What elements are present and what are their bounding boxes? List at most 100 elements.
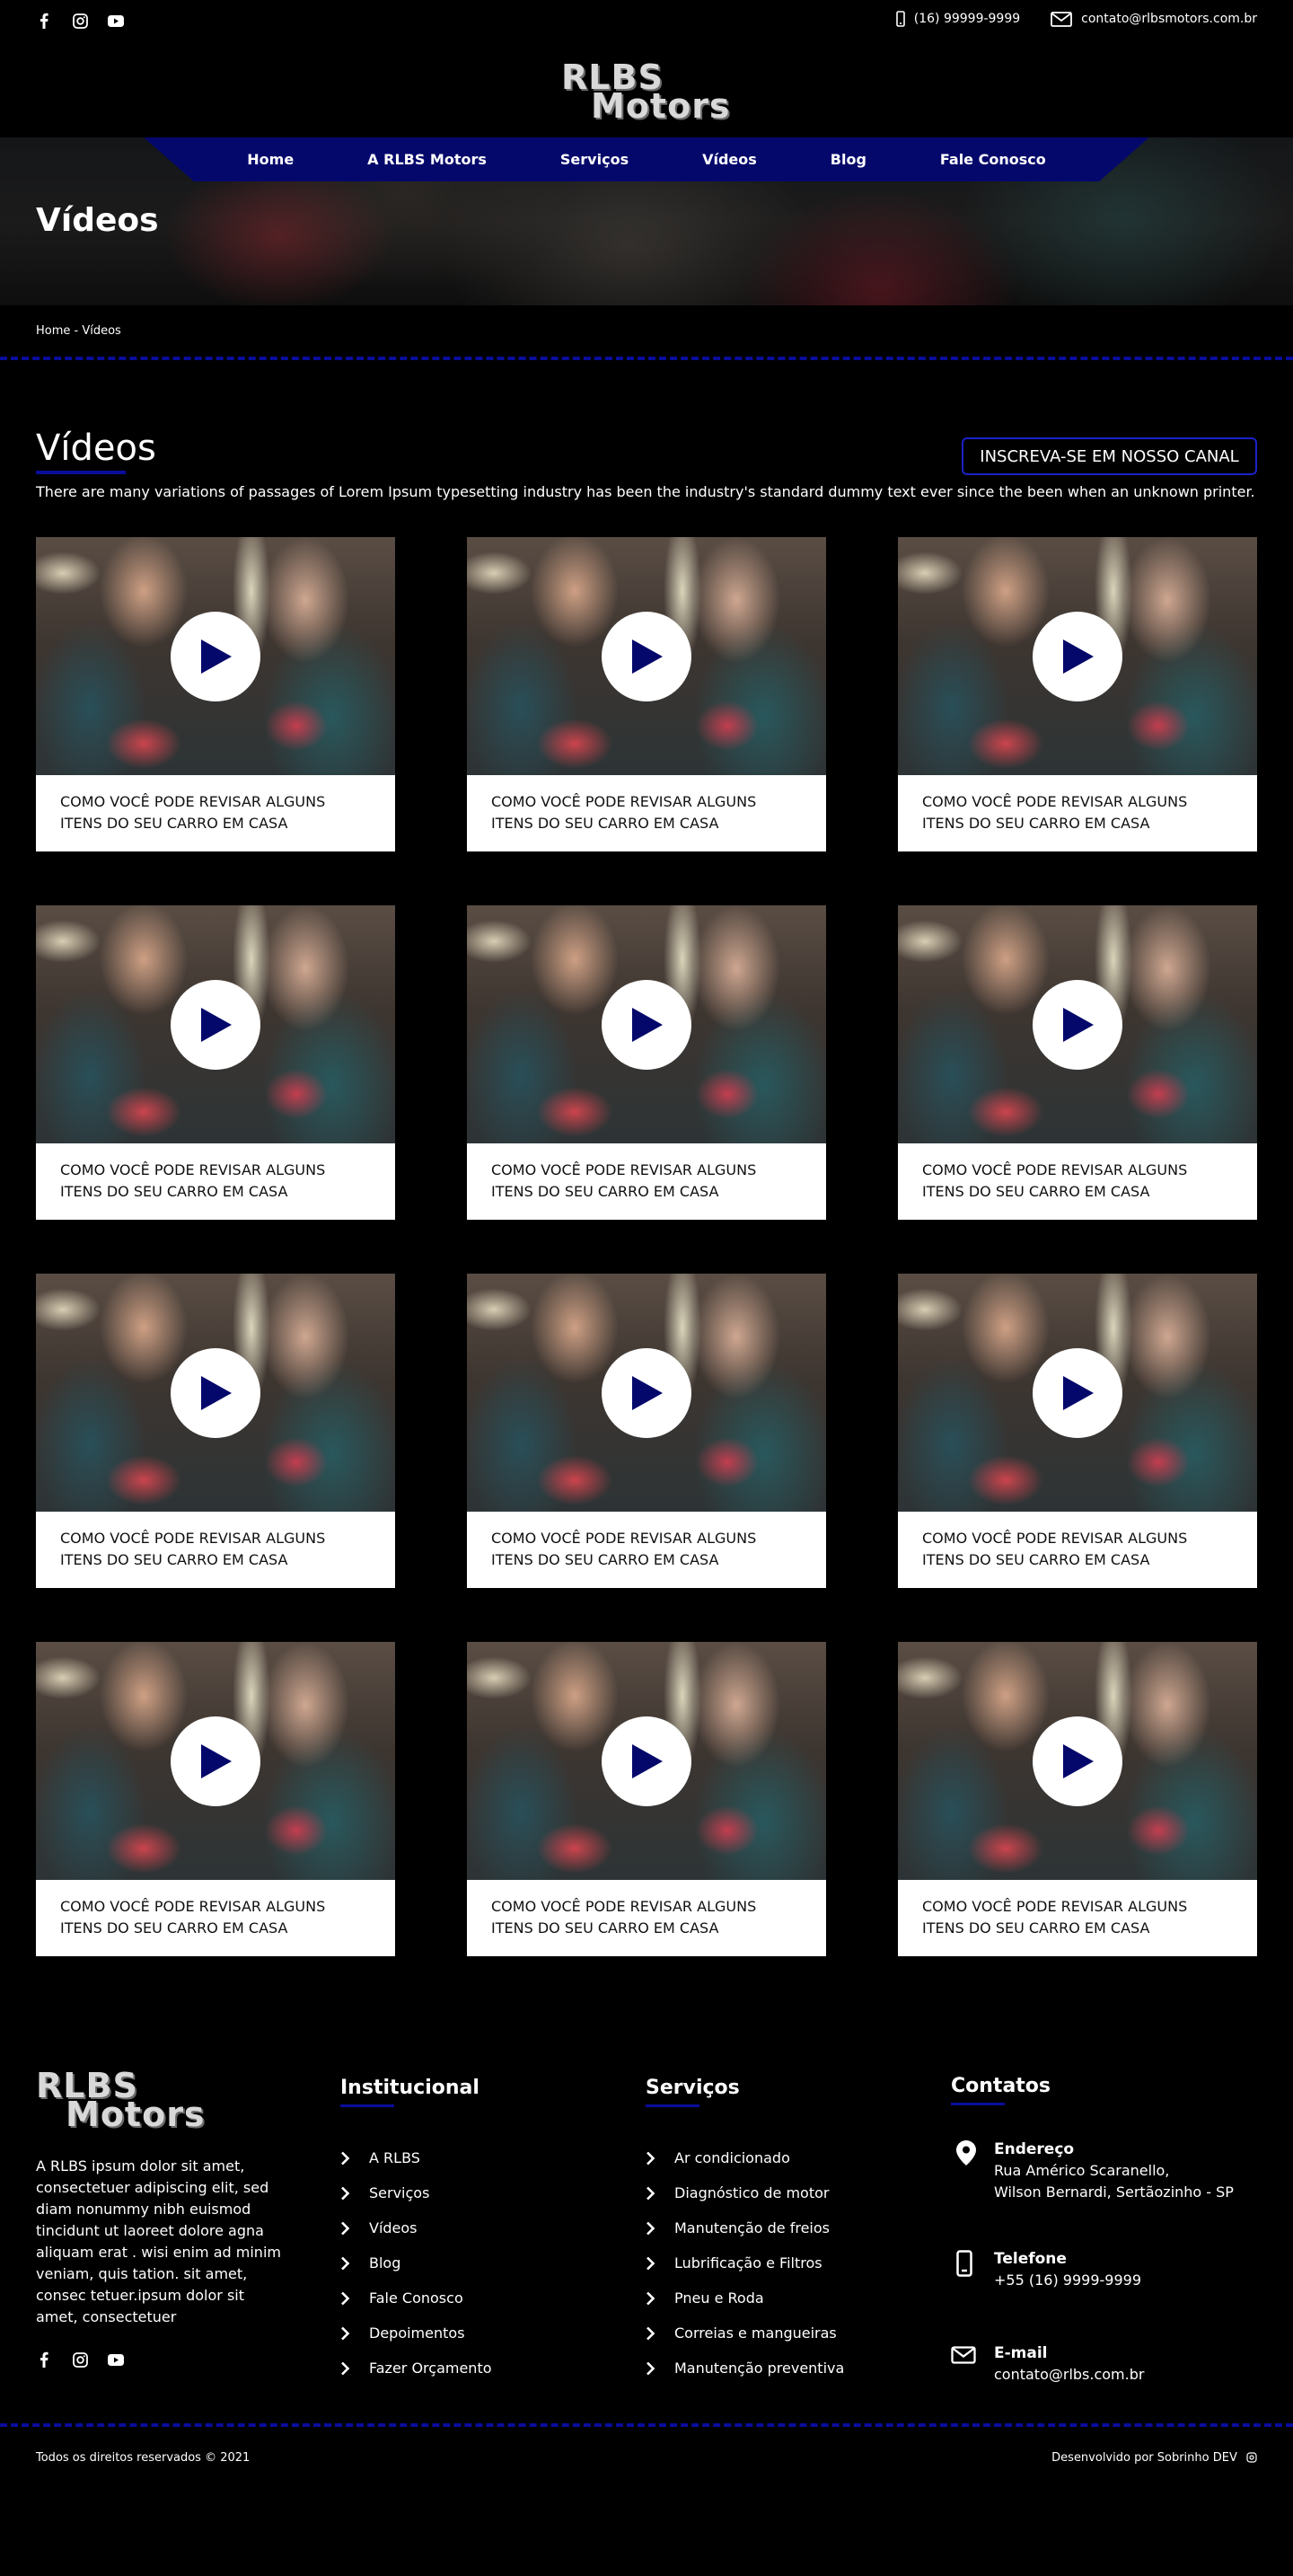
video-title[interactable]: COMO VOCÊ PODE REVISAR ALGUNS ITENS DO S… [467,1512,826,1588]
video-title[interactable]: COMO VOCÊ PODE REVISAR ALGUNS ITENS DO S… [898,1512,1257,1588]
play-button[interactable] [602,979,691,1070]
play-button[interactable] [171,1347,260,1438]
facebook-icon[interactable] [36,2351,52,2368]
youtube-icon[interactable] [108,2351,124,2368]
play-icon [1063,639,1094,674]
video-title[interactable]: COMO VOCÊ PODE REVISAR ALGUNS ITENS DO S… [36,1880,395,1956]
footer-institucional-link[interactable]: Serviços [340,2175,492,2210]
video-card[interactable]: COMO VOCÊ PODE REVISAR ALGUNS ITENS DO S… [467,537,826,851]
video-thumbnail[interactable] [36,1642,395,1880]
footer-institucional-link[interactable]: Blog [340,2245,492,2280]
video-thumbnail[interactable] [467,905,826,1143]
chevron-right-icon [340,2221,358,2236]
chevron-right-icon [340,2186,358,2201]
video-card[interactable]: COMO VOCÊ PODE REVISAR ALGUNS ITENS DO S… [36,1274,395,1588]
footer-servicos-link[interactable]: Pneu e Roda [646,2280,844,2316]
video-thumbnail[interactable] [898,1642,1257,1880]
video-thumbnail[interactable] [898,905,1257,1143]
video-card[interactable]: COMO VOCÊ PODE REVISAR ALGUNS ITENS DO S… [898,905,1257,1220]
nav-item-contact[interactable]: Fale Conosco [903,151,1083,168]
nav-item-home[interactable]: Home [210,151,330,168]
chevron-right-icon [340,2151,358,2166]
footer-servicos-link[interactable]: Lubrificação e Filtros [646,2245,844,2280]
footer-servicos-link[interactable]: Ar condicionado [646,2140,844,2175]
header-phone[interactable]: (16) 99999-9999 [895,11,1020,27]
play-button[interactable] [171,979,260,1070]
video-title[interactable]: COMO VOCÊ PODE REVISAR ALGUNS ITENS DO S… [36,1143,395,1220]
video-grid: COMO VOCÊ PODE REVISAR ALGUNS ITENS DO S… [36,537,1257,1956]
header-social-links [36,13,124,29]
video-card[interactable]: COMO VOCÊ PODE REVISAR ALGUNS ITENS DO S… [467,905,826,1220]
play-button[interactable] [1033,979,1122,1070]
video-title[interactable]: COMO VOCÊ PODE REVISAR ALGUNS ITENS DO S… [36,1512,395,1588]
breadcrumb[interactable]: Home - Vídeos [0,305,1293,357]
video-thumbnail[interactable] [467,1642,826,1880]
play-button[interactable] [602,611,691,701]
play-icon [1063,1007,1094,1042]
play-button[interactable] [602,1716,691,1806]
footer-email[interactable]: E-mail contato@rlbs.com.br [951,2342,1234,2386]
video-thumbnail[interactable] [36,537,395,775]
video-thumbnail[interactable] [467,537,826,775]
video-title[interactable]: COMO VOCÊ PODE REVISAR ALGUNS ITENS DO S… [467,1880,826,1956]
footer-institucional-link[interactable]: Depoimentos [340,2316,492,2351]
play-button[interactable] [602,1347,691,1438]
section-title: Vídeos [36,428,156,469]
play-button[interactable] [1033,1347,1122,1438]
video-card[interactable]: COMO VOCÊ PODE REVISAR ALGUNS ITENS DO S… [467,1642,826,1956]
facebook-icon[interactable] [36,13,52,29]
video-thumbnail[interactable] [467,1274,826,1512]
footer-servicos-link[interactable]: Manutenção preventiva [646,2351,844,2386]
footer-logo[interactable]: RLBS Motors [36,2068,207,2132]
video-card[interactable]: COMO VOCÊ PODE REVISAR ALGUNS ITENS DO S… [36,537,395,851]
instagram-icon[interactable] [72,2351,88,2368]
play-button[interactable] [171,1716,260,1806]
developer-credit[interactable]: Desenvolvido por Sobrinho DEV [1051,2451,1257,2465]
footer-institucional-link[interactable]: Fale Conosco [340,2280,492,2316]
footer-servicos-link-label: Diagnóstico de motor [674,2184,830,2201]
mail-icon [951,2346,976,2364]
footer-servicos-link-label: Manutenção preventiva [674,2360,845,2377]
footer-institucional-link[interactable]: A RLBS [340,2140,492,2175]
footer-institucional-link[interactable]: Fazer Orçamento [340,2351,492,2386]
nav-item-blog[interactable]: Blog [794,151,903,168]
chevron-right-icon [340,2326,358,2341]
video-thumbnail[interactable] [898,537,1257,775]
video-card[interactable]: COMO VOCÊ PODE REVISAR ALGUNS ITENS DO S… [898,537,1257,851]
video-card[interactable]: COMO VOCÊ PODE REVISAR ALGUNS ITENS DO S… [898,1274,1257,1588]
play-button[interactable] [1033,611,1122,701]
footer-servicos-link[interactable]: Correias e mangueiras [646,2316,844,2351]
subscribe-channel-button[interactable]: INSCREVA-SE EM NOSSO CANAL [962,437,1257,475]
video-card[interactable]: COMO VOCÊ PODE REVISAR ALGUNS ITENS DO S… [36,1642,395,1956]
footer-servicos-link[interactable]: Manutenção de freios [646,2210,844,2245]
breadcrumb-text: Home - Vídeos [36,324,121,338]
video-title[interactable]: COMO VOCÊ PODE REVISAR ALGUNS ITENS DO S… [467,1143,826,1220]
video-thumbnail[interactable] [36,1274,395,1512]
instagram-icon[interactable] [72,13,88,29]
nav-item-about[interactable]: A RLBS Motors [330,151,523,168]
footer-phone[interactable]: Telefone +55 (16) 9999-9999 [951,2248,1234,2291]
nav-item-services[interactable]: Serviços [523,151,665,168]
footer-institucional-link-label: A RLBS [369,2149,420,2166]
video-title[interactable]: COMO VOCÊ PODE REVISAR ALGUNS ITENS DO S… [467,775,826,851]
video-title[interactable]: COMO VOCÊ PODE REVISAR ALGUNS ITENS DO S… [898,1143,1257,1220]
header-email[interactable]: contato@rlbsmotors.com.br [1051,11,1257,27]
video-card[interactable]: COMO VOCÊ PODE REVISAR ALGUNS ITENS DO S… [36,905,395,1220]
video-card[interactable]: COMO VOCÊ PODE REVISAR ALGUNS ITENS DO S… [467,1274,826,1588]
youtube-icon[interactable] [108,13,124,29]
video-card[interactable]: COMO VOCÊ PODE REVISAR ALGUNS ITENS DO S… [898,1642,1257,1956]
site-logo[interactable]: RLBS Motors [561,59,732,124]
video-title[interactable]: COMO VOCÊ PODE REVISAR ALGUNS ITENS DO S… [898,1880,1257,1956]
video-thumbnail[interactable] [36,905,395,1143]
footer-servicos-list: Ar condicionado Diagnóstico de motor Manut… [646,2140,844,2386]
video-title[interactable]: COMO VOCÊ PODE REVISAR ALGUNS ITENS DO S… [898,775,1257,851]
footer-servicos-link[interactable]: Diagnóstico de motor [646,2175,844,2210]
footer-institucional-link[interactable]: Vídeos [340,2210,492,2245]
video-thumbnail[interactable] [898,1274,1257,1512]
phone-label: Telefone [994,2250,1067,2268]
videos-section: Vídeos INSCREVA-SE EM NOSSO CANAL There … [0,360,1293,1956]
play-button[interactable] [1033,1716,1122,1806]
play-button[interactable] [171,611,260,701]
nav-item-videos[interactable]: Vídeos [665,151,794,168]
video-title[interactable]: COMO VOCÊ PODE REVISAR ALGUNS ITENS DO S… [36,775,395,851]
